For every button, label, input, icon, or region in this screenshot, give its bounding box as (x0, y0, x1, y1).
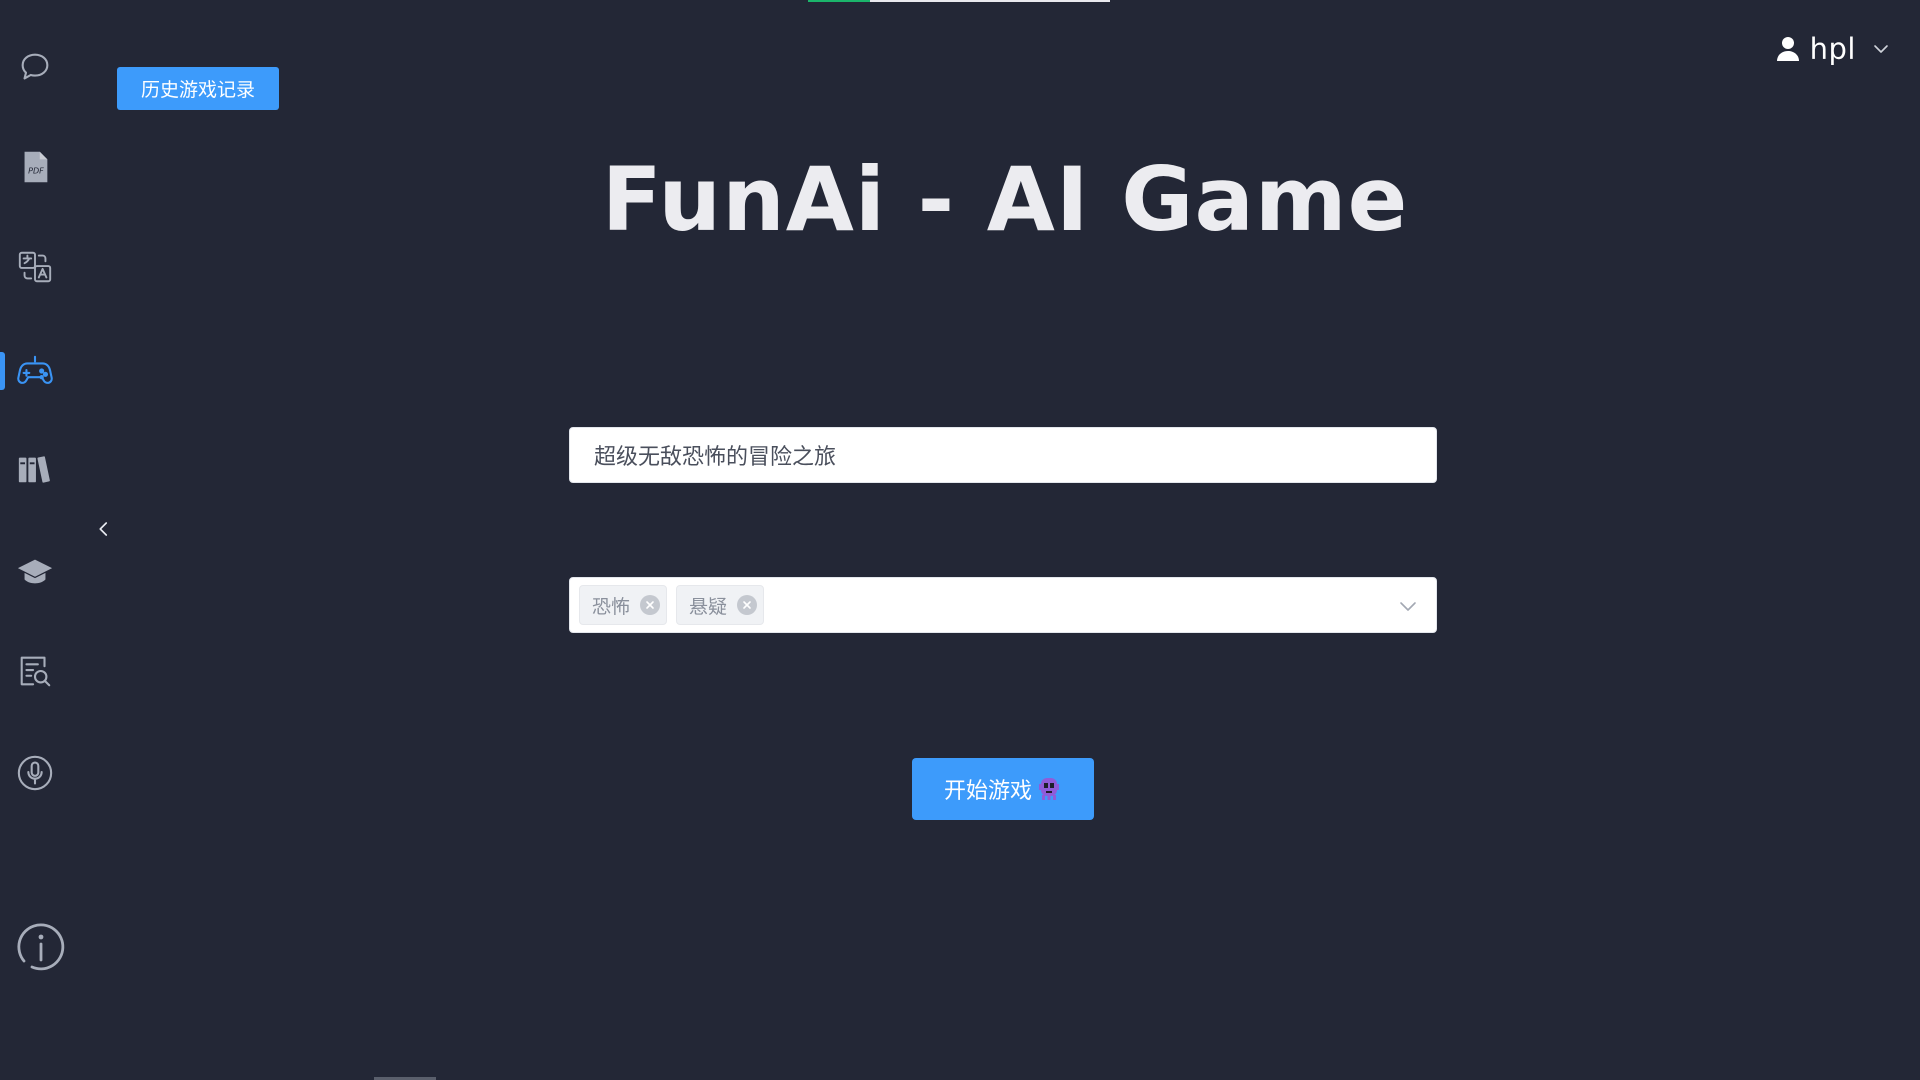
remove-tag-button[interactable] (640, 595, 661, 615)
tag-chip: 恐怖 (579, 585, 668, 625)
remove-tag-button[interactable] (737, 595, 758, 615)
graduation-cap-icon (17, 559, 53, 584)
collapse-sidebar-button[interactable] (92, 516, 116, 542)
game-theme-input[interactable]: 超级无敌恐怖的冒险之旅 (569, 427, 1437, 483)
tag-label: 恐怖 (592, 595, 631, 618)
user-icon (1774, 35, 1802, 63)
user-name: hpl (1809, 32, 1856, 66)
info-icon (17, 923, 65, 971)
close-icon (646, 601, 654, 609)
start-game-button[interactable]: 开始游戏 (912, 758, 1094, 820)
sidebar-item-chat[interactable] (0, 32, 70, 102)
sidebar-item-game[interactable] (0, 336, 70, 406)
chevron-left-icon (99, 522, 108, 536)
translate-icon (18, 251, 52, 283)
chevron-down-icon (1864, 40, 1890, 58)
library-icon (18, 456, 50, 483)
sidebar-item-library[interactable] (0, 434, 70, 504)
loading-progress-bar (808, 0, 1110, 2)
page-title: FunAi - AI Game (601, 148, 1409, 251)
sidebar-item-courses[interactable] (0, 536, 70, 606)
app-window: PDF 历史游戏记录 hpl FunAi - AI Game 超级无敌恐怖的冒险… (0, 0, 1920, 1080)
gamepad-icon (17, 355, 53, 384)
sidebar-item-voice[interactable] (0, 738, 70, 808)
sidebar-item-doc-search[interactable] (0, 636, 70, 706)
genre-tag-select[interactable]: 恐怖 悬疑 (569, 577, 1437, 633)
user-menu[interactable]: hpl (1774, 28, 1890, 70)
chat-bubble-icon (21, 53, 49, 80)
game-theme-input-value: 超级无敌恐怖的冒险之旅 (594, 445, 837, 470)
tag-label: 悬疑 (689, 595, 728, 618)
loading-progress-fill (808, 0, 870, 2)
close-icon (743, 601, 751, 609)
history-games-button[interactable]: 历史游戏记录 (117, 67, 279, 110)
tag-chip: 悬疑 (676, 585, 765, 625)
start-game-label: 开始游戏 (943, 778, 1032, 803)
microphone-icon (17, 755, 53, 791)
chevron-down-icon[interactable] (1398, 596, 1418, 616)
document-search-icon (20, 656, 51, 687)
alien-monster-icon (1036, 776, 1062, 802)
sidebar-item-info[interactable] (5, 912, 75, 982)
